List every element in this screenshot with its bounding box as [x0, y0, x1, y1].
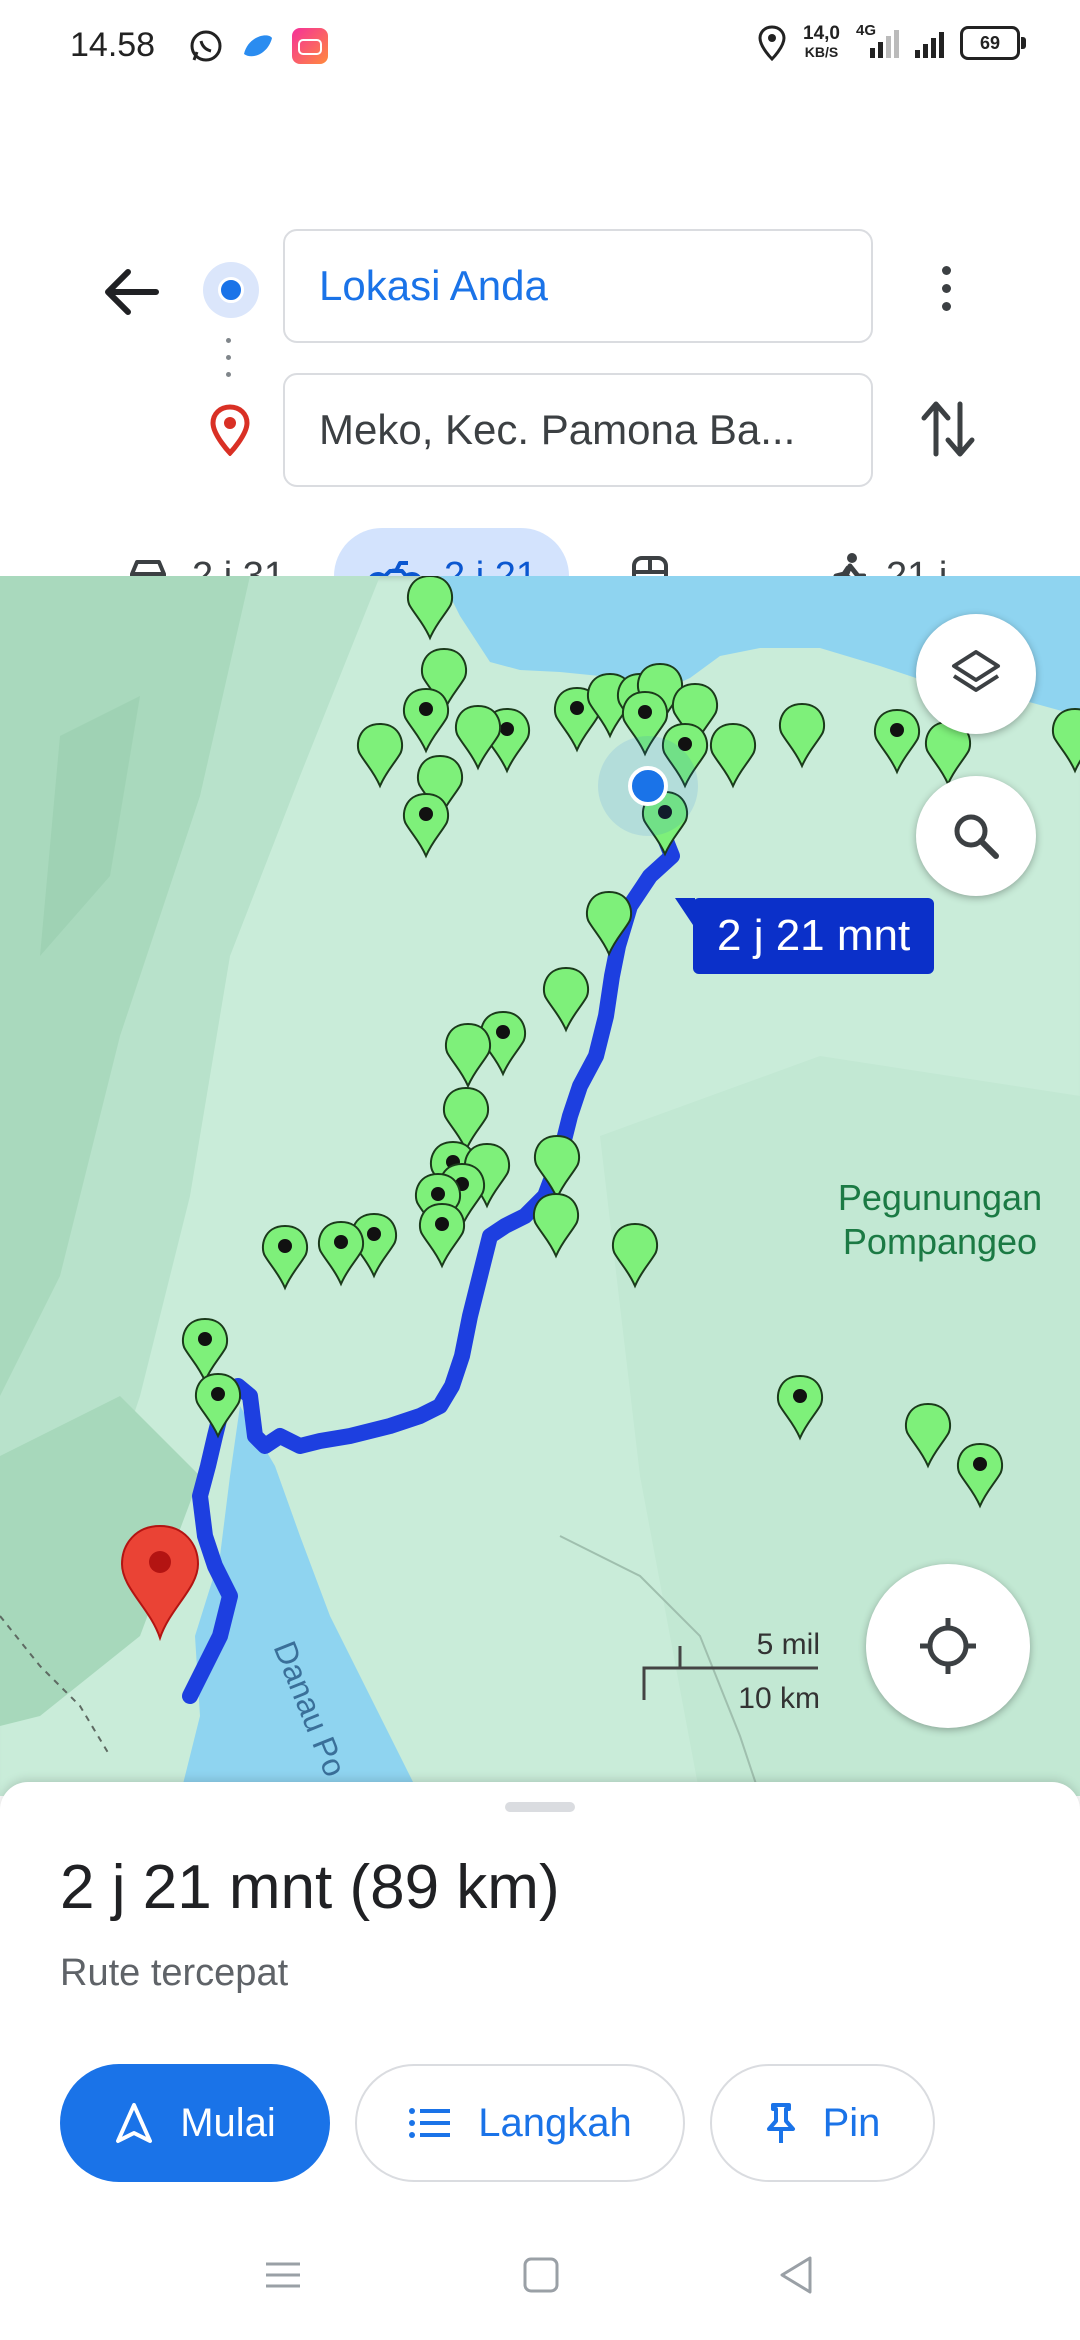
menu-icon — [266, 2262, 300, 2288]
lazada-icon — [292, 28, 328, 64]
start-button-label: Mulai — [180, 2100, 276, 2145]
list-icon — [409, 2108, 451, 2138]
region-label: Pegunungan Pompangeo — [837, 1177, 1043, 1262]
steps-button-label: Langkah — [478, 2100, 632, 2145]
swap-button[interactable] — [918, 396, 978, 462]
navigation-arrow-icon — [116, 2103, 153, 2143]
system-nav-bar — [0, 2210, 1080, 2340]
back-button[interactable] — [96, 256, 168, 328]
route-subtitle: Rute tercepat — [60, 1952, 289, 1994]
my-location-button[interactable] — [866, 1564, 1030, 1728]
status-bar: 14.58 14,0 KB/S 4G 69 — [0, 0, 1080, 96]
layers-button[interactable] — [916, 614, 1036, 734]
signal-2-icon — [915, 28, 944, 58]
route-summary: 2 j 21 mnt (89 km) — [60, 1853, 560, 1922]
arrow-back-icon — [105, 269, 159, 315]
triangle-back-icon — [780, 2256, 812, 2294]
home-button[interactable] — [516, 2250, 566, 2300]
battery-icon: 69 — [960, 26, 1026, 60]
destination-pin-icon — [208, 404, 252, 457]
eta-chip[interactable]: 2 j 21 mnt — [674, 898, 935, 974]
layers-icon — [952, 650, 1000, 692]
system-back-button[interactable] — [772, 2250, 822, 2300]
more-options-button[interactable] — [920, 258, 972, 318]
pin-button[interactable]: Pin — [710, 2064, 935, 2182]
whatsapp-icon — [188, 28, 224, 64]
start-button[interactable]: Mulai — [60, 2064, 330, 2182]
pin-button-label: Pin — [822, 2100, 881, 2145]
origin-input[interactable]: Lokasi Anda — [283, 229, 873, 343]
status-time: 14.58 — [70, 26, 156, 64]
signal-icon: 4G — [856, 22, 899, 58]
square-icon — [523, 2257, 559, 2293]
directions-header: Lokasi Anda Meko, Kec. Pamona Ba... 2 j … — [0, 96, 1080, 624]
location-status-icon — [758, 25, 786, 61]
steps-button[interactable]: Langkah — [355, 2064, 685, 2182]
destination-input[interactable]: Meko, Kec. Pamona Ba... — [283, 373, 873, 487]
messenger-icon — [240, 28, 276, 64]
sheet-handle[interactable] — [505, 1802, 575, 1812]
map-scale: 5 mil 10 km — [640, 1610, 820, 1720]
swap-icon — [921, 401, 975, 457]
search-icon — [954, 814, 999, 859]
crosshair-icon — [920, 1618, 976, 1674]
origin-dot-icon — [203, 262, 259, 318]
recents-button[interactable] — [258, 2250, 308, 2300]
map-search-button[interactable] — [916, 776, 1036, 896]
pushpin-icon — [766, 2103, 795, 2143]
net-speed: 14,0 KB/S — [803, 23, 840, 60]
map-view[interactable]: 2 j 21 mnt Pegunungan Pompangeo Danau Po… — [0, 576, 1080, 1796]
route-connector-dots — [226, 338, 232, 389]
